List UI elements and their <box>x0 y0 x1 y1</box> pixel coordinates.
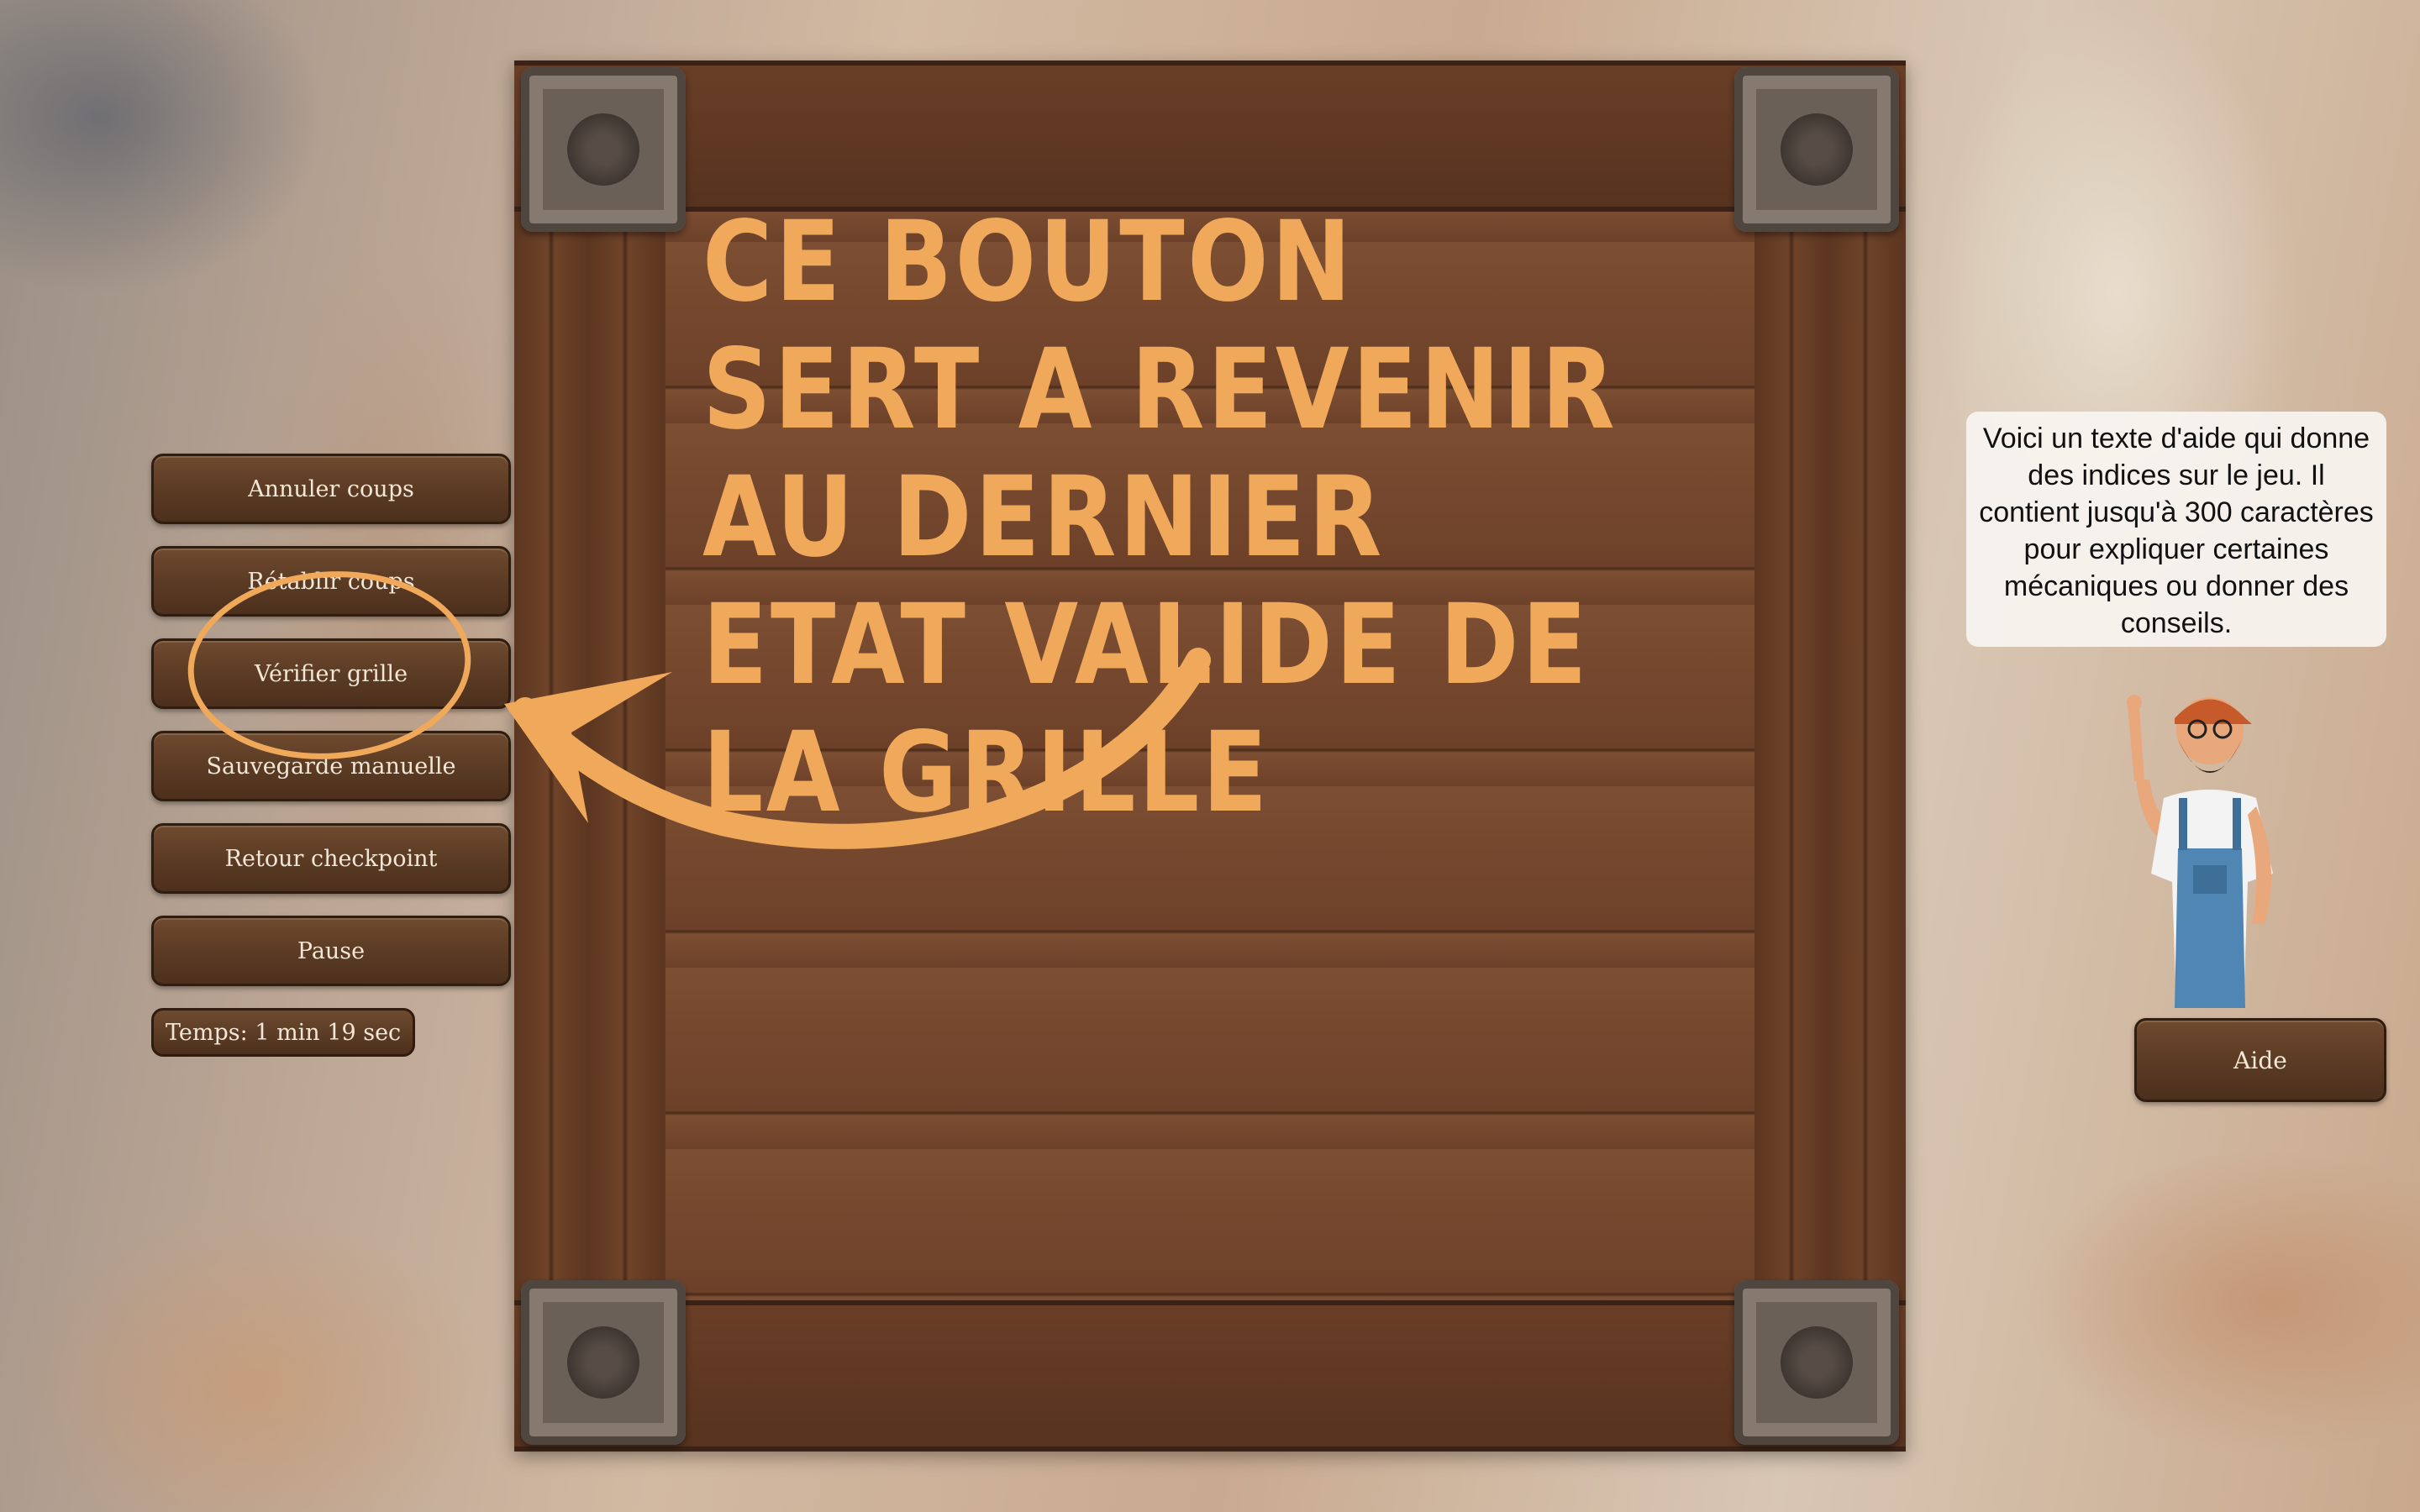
manual-save-button[interactable]: Sauvegarde manuelle <box>151 731 511 801</box>
undo-moves-button[interactable]: Annuler coups <box>151 454 511 524</box>
redo-moves-button[interactable]: Rétablir coups <box>151 546 511 617</box>
helper-character-avatar <box>2127 695 2273 1008</box>
tutorial-annotation-text: CE BOUTON SERT A REVENIR AU DERNIER ETAT… <box>702 197 1618 837</box>
stone-corner-ornament-icon <box>1734 1280 1899 1445</box>
check-grid-button[interactable]: Vérifier grille <box>151 638 511 709</box>
elapsed-time-display: Temps: 1 min 19 sec <box>151 1008 416 1057</box>
board-left-post <box>514 60 666 1452</box>
return-checkpoint-button[interactable]: Retour checkpoint <box>151 823 511 894</box>
pause-button[interactable]: Pause <box>151 916 511 986</box>
stone-corner-ornament-icon <box>521 67 686 232</box>
help-button[interactable]: Aide <box>2134 1018 2386 1102</box>
stone-corner-ornament-icon <box>1734 67 1899 232</box>
board-bottom-beam <box>514 1300 1906 1452</box>
stone-corner-ornament-icon <box>521 1280 686 1445</box>
board-right-post <box>1754 60 1906 1452</box>
help-text-bubble: Voici un texte d'aide qui donne des indi… <box>1966 412 2386 647</box>
game-controls-menu: Annuler coups Rétablir coups Vérifier gr… <box>151 454 514 1008</box>
board-top-beam <box>514 60 1906 212</box>
